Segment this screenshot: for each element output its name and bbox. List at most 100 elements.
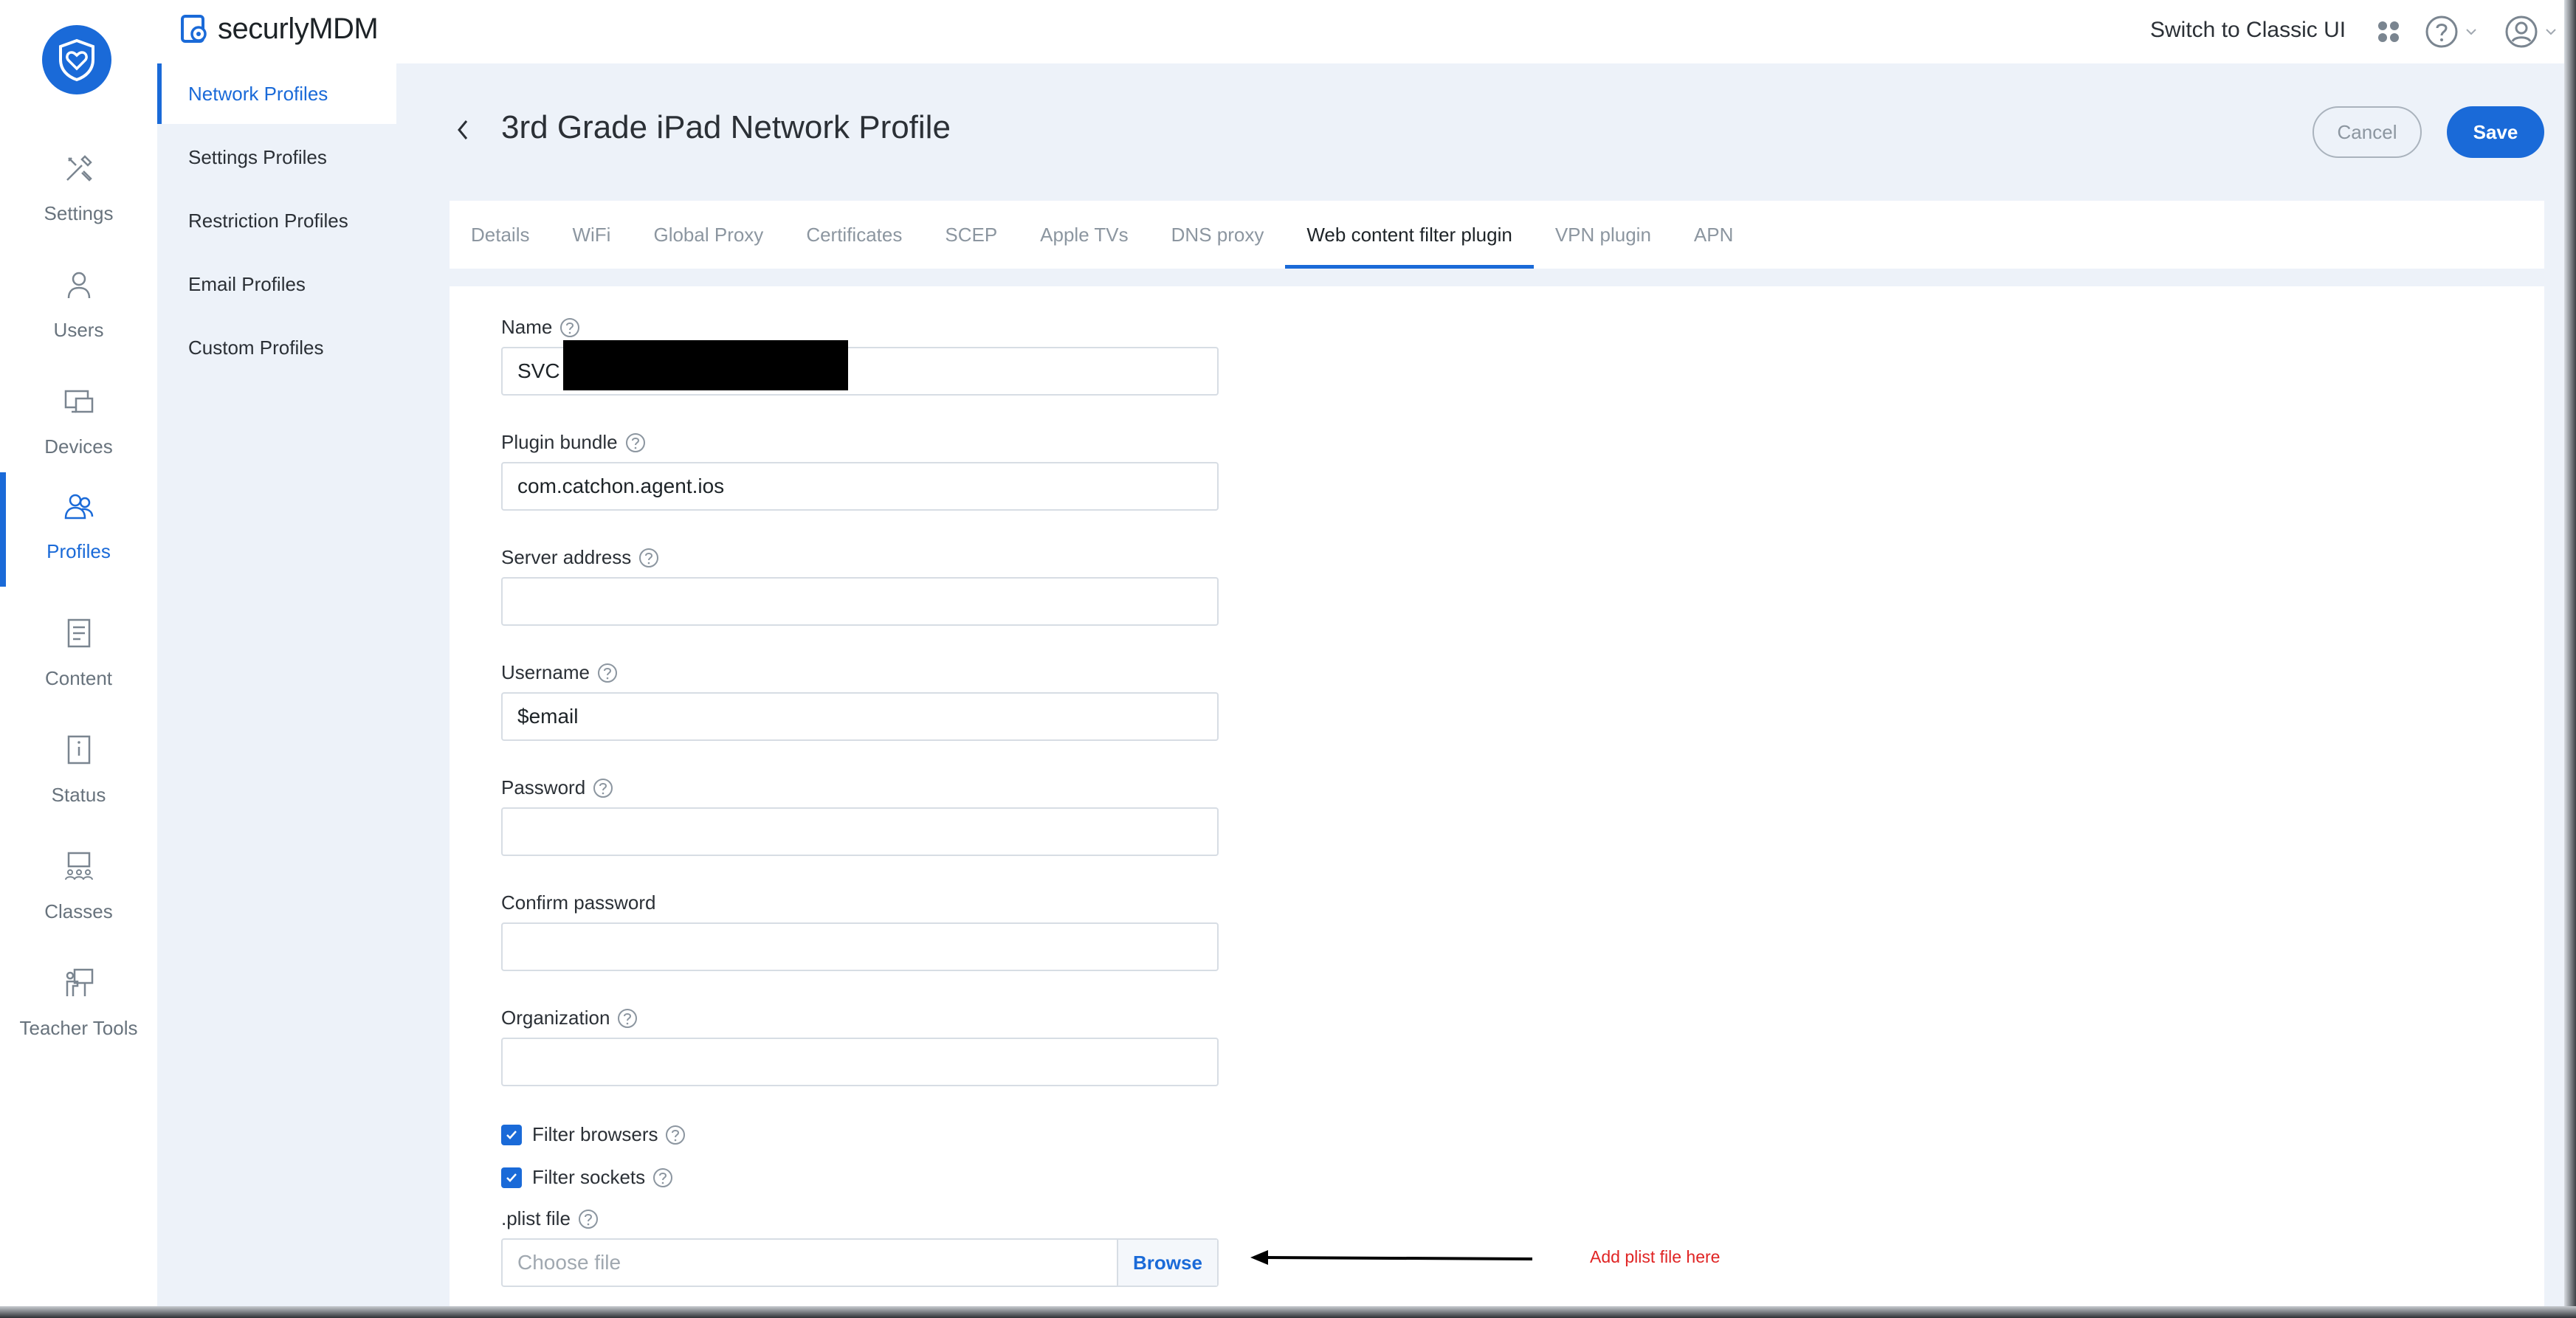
document-icon <box>61 615 97 651</box>
tab-apple-tvs[interactable]: Apple TVs <box>1019 201 1149 269</box>
help-icon[interactable] <box>559 317 580 338</box>
filter-browsers-checkbox[interactable] <box>501 1124 522 1145</box>
rail-label: Teacher Tools <box>19 1017 138 1039</box>
rail-item-profiles[interactable]: Profiles <box>0 472 157 587</box>
subnav-item-network-profiles[interactable]: Network Profiles <box>157 63 396 124</box>
organization-label-text: Organization <box>501 1007 610 1029</box>
filter-sockets-label: Filter sockets <box>532 1166 646 1188</box>
server-address-label: Server address <box>501 546 659 569</box>
top-bar: securlyMDM Switch to Classic UI <box>157 0 2576 63</box>
shield-heart-icon[interactable] <box>42 25 111 94</box>
annotation-arrow-icon <box>1250 1250 1533 1265</box>
filter-sockets-checkbox[interactable] <box>501 1167 522 1188</box>
frame-shadow-right <box>2564 0 2576 1318</box>
filter-browsers-row: Filter browsers <box>501 1123 686 1146</box>
help-icon[interactable] <box>617 1008 638 1029</box>
rail-item-content[interactable]: Content <box>0 599 157 710</box>
subnav-item-email-profiles[interactable]: Email Profiles <box>157 254 396 314</box>
server-address-input[interactable] <box>501 577 1219 626</box>
subnav-item-custom-profiles[interactable]: Custom Profiles <box>157 317 396 378</box>
rail-label: Status <box>51 784 106 806</box>
cancel-button[interactable]: Cancel <box>2312 106 2422 158</box>
tab-certificates[interactable]: Certificates <box>785 201 923 269</box>
rail-item-users[interactable]: Users <box>0 251 157 362</box>
redaction-box <box>563 340 848 390</box>
plist-file-label: .plist file <box>501 1207 599 1230</box>
check-icon <box>506 1173 517 1182</box>
username-label: Username <box>501 661 618 684</box>
web-content-filter-form: Name Plugin bundle Server address Userna… <box>450 286 2544 1318</box>
plugin-bundle-input[interactable] <box>501 462 1219 511</box>
tools-icon <box>61 151 97 186</box>
tab-scep[interactable]: SCEP <box>923 201 1019 269</box>
password-label-text: Password <box>501 776 586 798</box>
password-label: Password <box>501 776 613 799</box>
rail-item-settings[interactable]: Settings <box>0 134 157 245</box>
rail-item-teacher-tools[interactable]: Teacher Tools <box>0 949 157 1060</box>
brand-logo[interactable]: securlyMDM <box>179 12 379 46</box>
profiles-icon <box>61 489 97 524</box>
subnav-item-restriction-profiles[interactable]: Restriction Profiles <box>157 190 396 251</box>
icon-rail: Settings Users Devices Profiles Content … <box>0 0 157 1318</box>
plist-file-label-text: .plist file <box>501 1207 571 1229</box>
chevron-left-icon <box>458 120 468 139</box>
tab-global-proxy[interactable]: Global Proxy <box>632 201 785 269</box>
rail-item-status[interactable]: Status <box>0 716 157 827</box>
rail-item-devices[interactable]: Devices <box>0 368 157 478</box>
organization-input[interactable] <box>501 1038 1219 1086</box>
password-input[interactable] <box>501 807 1219 856</box>
rail-label: Settings <box>44 202 114 224</box>
help-menu[interactable] <box>2425 15 2478 49</box>
tab-details[interactable]: Details <box>450 201 551 269</box>
annotation-text: Add plist file here <box>1590 1247 1721 1266</box>
brand-suffix: MDM <box>309 12 379 45</box>
switch-classic-link[interactable]: Switch to Classic UI <box>2150 18 2346 43</box>
back-button[interactable] <box>450 115 476 145</box>
rail-label: Profiles <box>47 540 111 562</box>
tab-web-content-filter-plugin[interactable]: Web content filter plugin <box>1285 201 1535 269</box>
filter-browsers-label: Filter browsers <box>532 1123 658 1145</box>
tab-dns-proxy[interactable]: DNS proxy <box>1150 201 1286 269</box>
help-icon[interactable] <box>652 1167 673 1188</box>
organization-label: Organization <box>501 1007 638 1029</box>
rail-label: Users <box>53 319 104 341</box>
name-label-text: Name <box>501 316 553 338</box>
confirm-password-input[interactable] <box>501 922 1219 971</box>
user-menu[interactable] <box>2504 15 2558 49</box>
rail-label: Devices <box>44 435 113 458</box>
rail-item-classes[interactable]: Classes <box>0 832 157 943</box>
devices-icon <box>61 384 97 419</box>
username-label-text: Username <box>501 661 590 683</box>
tab-apn[interactable]: APN <box>1673 201 1754 269</box>
browse-button[interactable]: Browse <box>1117 1240 1217 1286</box>
help-icon[interactable] <box>625 432 646 453</box>
chevron-down-icon <box>2466 29 2476 35</box>
frame-shadow-bottom <box>0 1306 2576 1318</box>
help-icon[interactable] <box>665 1125 686 1145</box>
help-icon[interactable] <box>597 663 618 683</box>
plist-file-input[interactable]: Choose file Browse <box>501 1238 1219 1287</box>
help-circle-icon <box>2425 15 2458 48</box>
main-content: 3rd Grade iPad Network Profile Cancel Sa… <box>396 63 2576 1318</box>
help-icon[interactable] <box>578 1209 599 1229</box>
save-button[interactable]: Save <box>2447 106 2544 158</box>
tab-wifi[interactable]: WiFi <box>551 201 632 269</box>
choose-file-placeholder[interactable]: Choose file <box>503 1240 1117 1286</box>
name-label: Name <box>501 316 580 339</box>
username-input[interactable] <box>501 692 1219 741</box>
user-circle-icon <box>2505 15 2538 48</box>
apps-grid-icon[interactable] <box>2376 19 2401 48</box>
teacher-tools-icon <box>61 965 97 1001</box>
tab-vpn-plugin[interactable]: VPN plugin <box>1534 201 1673 269</box>
status-icon <box>61 732 97 767</box>
brand-prefix: securly <box>218 12 309 45</box>
profile-tabs: Details WiFi Global Proxy Certificates S… <box>450 201 2544 269</box>
subnav-item-settings-profiles[interactable]: Settings Profiles <box>157 127 396 187</box>
filter-sockets-row: Filter sockets <box>501 1166 673 1189</box>
help-icon[interactable] <box>593 778 613 798</box>
check-icon <box>506 1130 517 1139</box>
rail-label: Classes <box>44 900 113 922</box>
help-icon[interactable] <box>638 548 659 568</box>
plugin-bundle-label-text: Plugin bundle <box>501 431 618 453</box>
rail-label: Content <box>44 667 113 689</box>
